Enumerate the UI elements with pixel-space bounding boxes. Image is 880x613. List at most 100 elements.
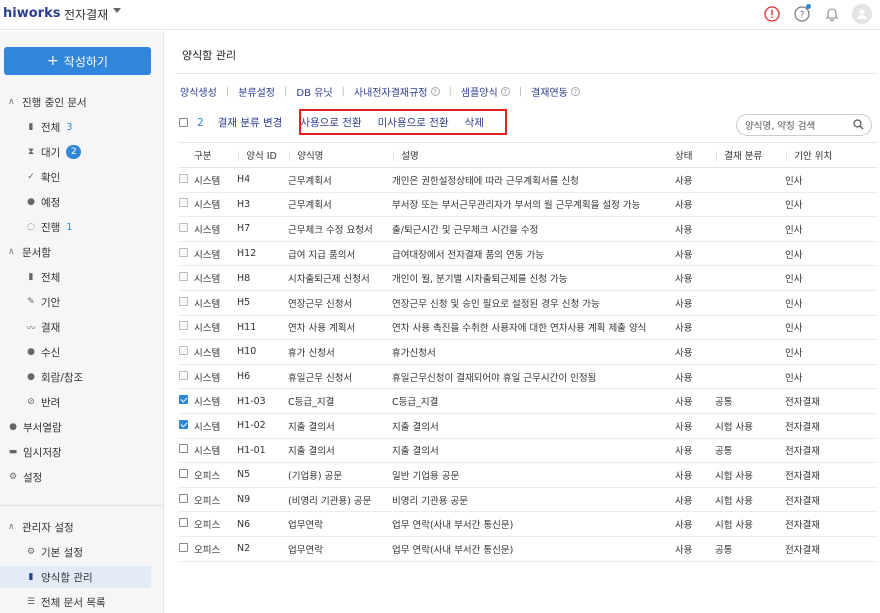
help-icon[interactable]: ?: [792, 4, 812, 24]
cell-form-name[interactable]: 연차 사용 계획서: [288, 315, 392, 341]
cell-form-name[interactable]: 휴가 신청서: [288, 339, 392, 365]
table-row[interactable]: 시스템 H3 근무계획서 부서장 또는 부서근무관리자가 부서의 월 근무계획을 설정…: [179, 192, 877, 218]
row-checkbox[interactable]: [179, 370, 188, 380]
help-icon[interactable]: ?: [570, 87, 580, 96]
row-checkbox-cell[interactable]: [179, 241, 194, 267]
cell-form-name[interactable]: 지출 결의서: [288, 438, 392, 464]
logo[interactable]: hiworks: [3, 6, 60, 21]
tab-create-form[interactable]: 양식생성: [180, 84, 217, 99]
bell-icon[interactable]: [822, 4, 842, 24]
tab-approval-rules[interactable]: 사내전자결재규정?: [354, 84, 440, 99]
tab-approval-integration[interactable]: 결재연동?: [531, 84, 580, 99]
cell-description: 휴일근무신청이 결재되어야 휴일 근무시간이 인정됨: [392, 364, 675, 390]
header-form-id[interactable]: | 양식 ID: [237, 142, 288, 168]
sidebar-item-form-management[interactable]: ▮ 양식함 관리: [0, 566, 151, 588]
cell-form-name[interactable]: 근무계획서: [288, 167, 392, 193]
change-category-button[interactable]: 결재 분류 변경: [218, 115, 283, 130]
help-icon[interactable]: ?: [430, 87, 440, 96]
avatar[interactable]: [852, 4, 872, 24]
table-row[interactable]: 시스템 H8 시차출퇴근제 신청서 개인이 월, 분기별 시차출퇴근제를 신청 가능 사…: [179, 265, 877, 291]
cell-form-name[interactable]: 급여 지급 품의서: [288, 241, 392, 267]
table-row[interactable]: 시스템 H1-02 지출 결의서 지출 결의서 사용 시험 사용 전자결재: [179, 413, 877, 439]
header-status[interactable]: 상태: [675, 142, 715, 168]
row-checkbox[interactable]: [179, 296, 188, 306]
cell-form-name[interactable]: 연장근무 신청서: [288, 290, 392, 316]
row-checkbox[interactable]: [179, 345, 188, 355]
row-checkbox-cell[interactable]: [179, 511, 194, 537]
cell-form-name[interactable]: 업무연락: [288, 536, 392, 562]
row-checkbox[interactable]: [179, 247, 188, 257]
cell-form-name[interactable]: 업무연락: [288, 511, 392, 537]
cell-form-name[interactable]: (비영리 기관용) 공문: [288, 487, 392, 513]
compose-button[interactable]: + 작성하기: [4, 47, 151, 75]
table-row[interactable]: 시스템 H4 근무계획서 개인은 권한설정상태에 따라 근무계획서를 신청 사용 인사: [179, 167, 877, 193]
cell-form-name[interactable]: 지출 결의서: [288, 413, 392, 439]
header-type[interactable]: 구분: [194, 142, 237, 168]
table-row[interactable]: 시스템 H10 휴가 신청서 휴가신청서 사용 인사: [179, 339, 877, 365]
header-description[interactable]: | 설명: [392, 142, 675, 168]
row-checkbox-cell[interactable]: [179, 438, 194, 464]
row-checkbox-cell[interactable]: [179, 487, 194, 513]
cell-form-name[interactable]: 시차출퇴근제 신청서: [288, 265, 392, 291]
sidebar-item-temp-save[interactable]: ▬ 임시저장: [8, 441, 172, 463]
tab-category-settings[interactable]: 분류설정: [238, 84, 275, 99]
row-checkbox[interactable]: [179, 444, 188, 454]
tab-sample-forms[interactable]: 샘플양식?: [461, 84, 510, 99]
sidebar-item-settings[interactable]: ⚙ 설정: [8, 466, 172, 488]
search-input[interactable]: 양식명, 약칭 검색: [736, 114, 872, 136]
row-checkbox-cell[interactable]: [179, 216, 194, 242]
chevron-down-icon[interactable]: [113, 8, 121, 13]
tab-db-unit[interactable]: DB 유닛: [296, 84, 332, 99]
header-category[interactable]: | 결재 분류: [715, 142, 785, 168]
help-icon[interactable]: ?: [500, 87, 510, 96]
table-row[interactable]: 시스템 H11 연차 사용 계획서 연차 사용 촉진을 수취한 사용자에 대한 연차사…: [179, 315, 877, 341]
row-checkbox-cell[interactable]: [179, 536, 194, 562]
row-checkbox[interactable]: [179, 222, 188, 232]
table-row[interactable]: 시스템 H6 휴일근무 신청서 휴일근무신청이 결재되어야 휴일 근무시간이 인정됨 사…: [179, 364, 877, 390]
app-title[interactable]: 전자결재: [64, 6, 108, 23]
cell-form-name[interactable]: 휴일근무 신청서: [288, 364, 392, 390]
row-checkbox[interactable]: [179, 395, 188, 405]
row-checkbox[interactable]: [179, 468, 188, 478]
cell-form-name[interactable]: (기업용) 공문: [288, 462, 392, 488]
row-checkbox[interactable]: [179, 321, 188, 331]
sidebar-item-dept-view[interactable]: ● 부서열람: [8, 416, 172, 438]
table-row[interactable]: 시스템 H1-01 지출 결의서 지출 결의서 사용 공통 전자결재: [179, 438, 877, 464]
row-checkbox[interactable]: [179, 542, 188, 552]
row-checkbox-cell[interactable]: [179, 315, 194, 341]
header-location[interactable]: | 기안 위치: [785, 142, 877, 168]
cell-form-name[interactable]: 근무체크 수정 요청서: [288, 216, 392, 242]
table-row[interactable]: 시스템 H1-03 C등급_지결 C등급_지결 사용 공통 전자결재: [179, 388, 877, 414]
row-checkbox[interactable]: [179, 518, 188, 528]
select-all-checkbox[interactable]: [179, 118, 188, 127]
row-checkbox[interactable]: [179, 173, 188, 183]
row-checkbox-cell[interactable]: [179, 388, 194, 414]
row-checkbox[interactable]: [179, 272, 188, 282]
row-checkbox[interactable]: [179, 198, 188, 208]
sidebar-group-admin[interactable]: ∧ 관리자 설정: [8, 516, 172, 538]
table-row[interactable]: 오피스 N6 업무연락 업무 연락(사내 부서간 통신문) 사용 시험 사용 전자결재: [179, 511, 877, 537]
table-row[interactable]: 오피스 N2 업무연락 업무 연락(사내 부서간 통신문) 사용 공통 전자결재: [179, 536, 877, 562]
header-form-name[interactable]: | 양식명: [288, 142, 392, 168]
cell-form-name[interactable]: C등급_지결: [288, 388, 392, 414]
cell-form-name[interactable]: 근무계획서: [288, 192, 392, 218]
table-row[interactable]: 시스템 H7 근무체크 수정 요청서 출/퇴근시간 및 근무체크 시간을 수정 사용 인사: [179, 216, 877, 242]
row-checkbox-cell[interactable]: [179, 290, 194, 316]
table-row[interactable]: 시스템 H12 급여 지급 품의서 급여대장에서 전자결재 품의 연동 가능 사용 인사: [179, 241, 877, 267]
row-checkbox[interactable]: [179, 493, 188, 503]
row-checkbox-cell[interactable]: [179, 192, 194, 218]
sidebar-group-docbox[interactable]: ∧ 문서함: [8, 241, 172, 263]
search-icon[interactable]: [853, 119, 864, 133]
sidebar-group-in-progress[interactable]: ∧ 진행 중인 문서: [8, 91, 172, 113]
table-row[interactable]: 오피스 N5 (기업용) 공문 일반 기업용 공문 사용 시험 사용 전자결재: [179, 462, 877, 488]
row-checkbox-cell[interactable]: [179, 462, 194, 488]
table-row[interactable]: 오피스 N9 (비영리 기관용) 공문 비영리 기관용 공문 사용 시험 사용 전자결재: [179, 487, 877, 513]
row-checkbox-cell[interactable]: [179, 167, 194, 193]
row-checkbox-cell[interactable]: [179, 413, 194, 439]
row-checkbox-cell[interactable]: [179, 364, 194, 390]
row-checkbox-cell[interactable]: [179, 339, 194, 365]
table-row[interactable]: 시스템 H5 연장근무 신청서 연장근무 신청 및 승인 필요로 설정된 경우 신청 …: [179, 290, 877, 316]
alert-icon[interactable]: [762, 4, 782, 24]
row-checkbox[interactable]: [179, 419, 188, 429]
row-checkbox-cell[interactable]: [179, 265, 194, 291]
